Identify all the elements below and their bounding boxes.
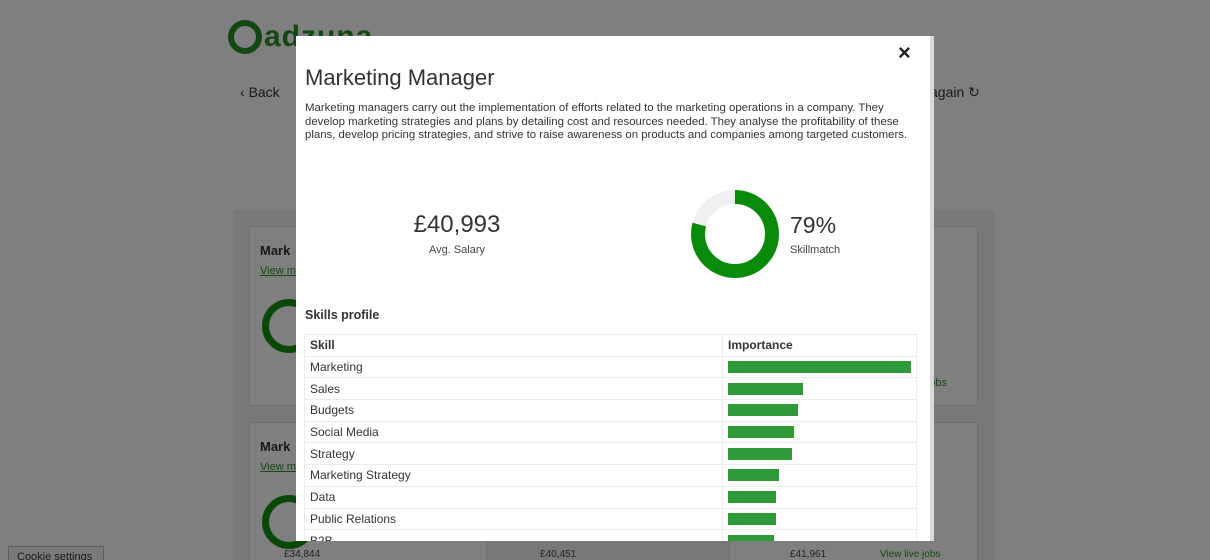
importance-bar xyxy=(728,534,774,541)
importance-bar xyxy=(728,447,793,460)
importance-cell xyxy=(722,420,917,444)
importance-cell xyxy=(722,464,917,487)
table-row: Public Relations xyxy=(304,507,917,531)
modal-title: Marketing Manager xyxy=(305,65,495,90)
job-detail-modal: × Marketing Manager Marketing managers c… xyxy=(296,36,930,541)
table-row: B2B xyxy=(304,529,917,541)
skillmatch-value: 79% xyxy=(790,212,837,238)
table-row: Social Media xyxy=(304,420,917,444)
importance-bar xyxy=(728,491,776,504)
skill-name: Data xyxy=(304,485,723,509)
table-row: Marketing Strategy xyxy=(304,464,917,487)
skills-profile-heading: Skills profile xyxy=(305,308,380,322)
skills-table: Skill Importance Marketing Sales Budgets So… xyxy=(304,334,917,541)
importance-cell xyxy=(722,377,917,401)
importance-bar xyxy=(728,512,776,525)
skill-name: Marketing Strategy xyxy=(304,464,723,487)
skill-name: Budgets xyxy=(304,399,723,422)
modal-scrollbar[interactable] xyxy=(930,36,934,541)
avg-salary-value: £40,993 xyxy=(413,211,501,238)
table-row: Marketing xyxy=(304,355,917,379)
importance-cell xyxy=(722,529,917,541)
skills-table-body: Marketing Sales Budgets Social Media Strateg… xyxy=(304,355,917,541)
table-row: Data xyxy=(304,485,917,509)
importance-cell xyxy=(722,355,917,379)
skill-name: Sales xyxy=(304,377,723,401)
importance-bar xyxy=(728,426,794,439)
table-row: Budgets xyxy=(304,399,917,422)
importance-cell xyxy=(722,399,917,422)
job-description: Marketing managers carry out the impleme… xyxy=(305,102,908,141)
skill-name: Marketing xyxy=(304,355,723,379)
skill-name: B2B xyxy=(304,529,723,541)
skillmatch-label: Skillmatch xyxy=(790,244,841,256)
skillmatch-donut xyxy=(691,190,779,278)
table-header-row: Skill Importance xyxy=(304,334,917,357)
skill-name: Strategy xyxy=(304,442,723,466)
skill-name: Social Media xyxy=(304,420,723,444)
table-row: Sales xyxy=(304,377,917,401)
importance-cell xyxy=(722,507,917,531)
skill-name: Public Relations xyxy=(304,507,723,531)
importance-bar xyxy=(728,469,780,482)
importance-cell xyxy=(722,442,917,466)
column-header-importance: Importance xyxy=(722,334,917,357)
importance-bar xyxy=(728,382,804,395)
close-icon[interactable]: × xyxy=(898,40,911,66)
importance-bar xyxy=(728,361,911,374)
importance-bar xyxy=(728,404,798,417)
avg-salary-label: Avg. Salary xyxy=(428,244,486,256)
table-row: Strategy xyxy=(304,442,917,466)
column-header-skill: Skill xyxy=(304,334,723,357)
importance-cell xyxy=(722,485,917,509)
